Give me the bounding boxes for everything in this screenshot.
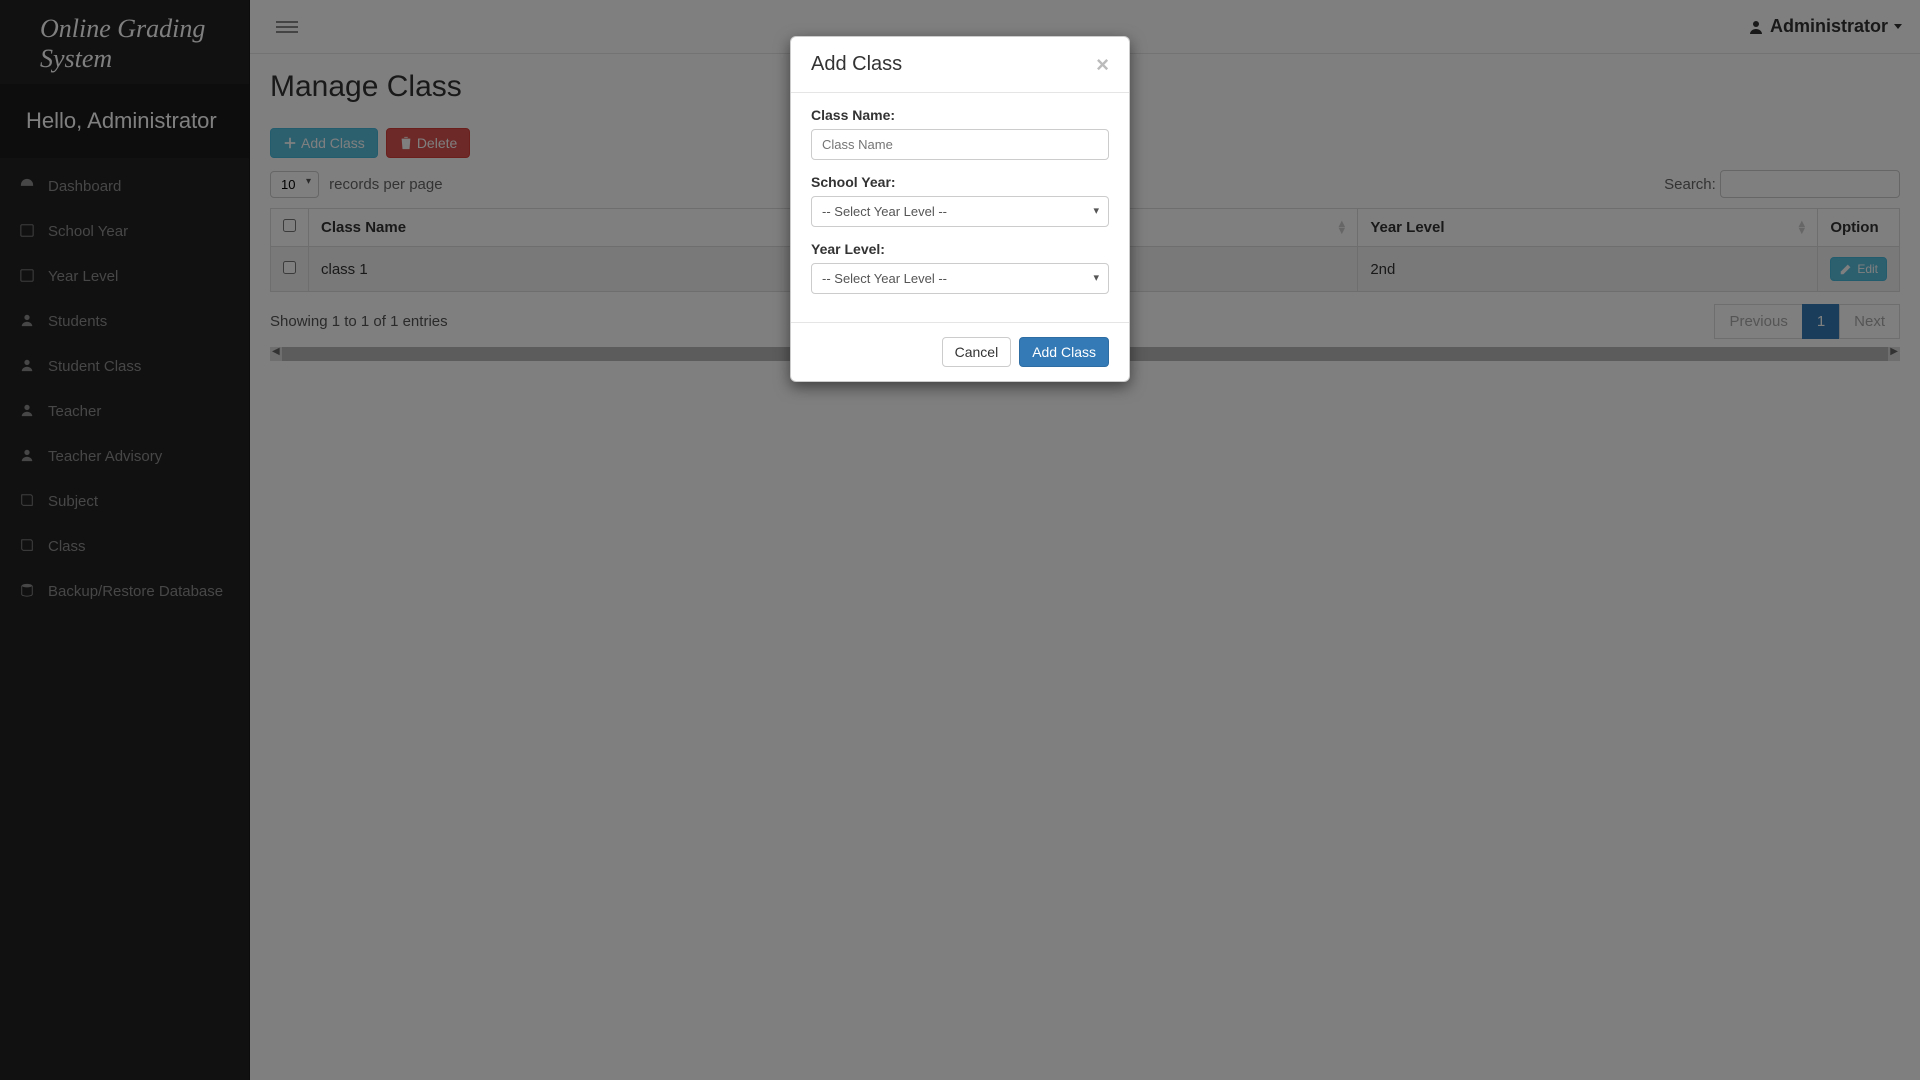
- modal-title: Add Class: [811, 53, 902, 76]
- modal-header: Add Class ×: [791, 37, 1129, 93]
- add-class-modal: Add Class × Class Name: School Year: -- …: [790, 36, 1130, 382]
- year-level-select[interactable]: -- Select Year Level --: [811, 263, 1109, 294]
- year-level-label: Year Level:: [811, 241, 1109, 257]
- cancel-button[interactable]: Cancel: [942, 337, 1012, 367]
- class-name-input[interactable]: [811, 129, 1109, 160]
- modal-body: Class Name: School Year: -- Select Year …: [791, 93, 1129, 322]
- class-name-label: Class Name:: [811, 107, 1109, 123]
- submit-add-class-button[interactable]: Add Class: [1019, 337, 1109, 367]
- school-year-select[interactable]: -- Select Year Level --: [811, 196, 1109, 227]
- school-year-label: School Year:: [811, 174, 1109, 190]
- modal-footer: Cancel Add Class: [791, 322, 1129, 381]
- close-icon[interactable]: ×: [1096, 54, 1109, 76]
